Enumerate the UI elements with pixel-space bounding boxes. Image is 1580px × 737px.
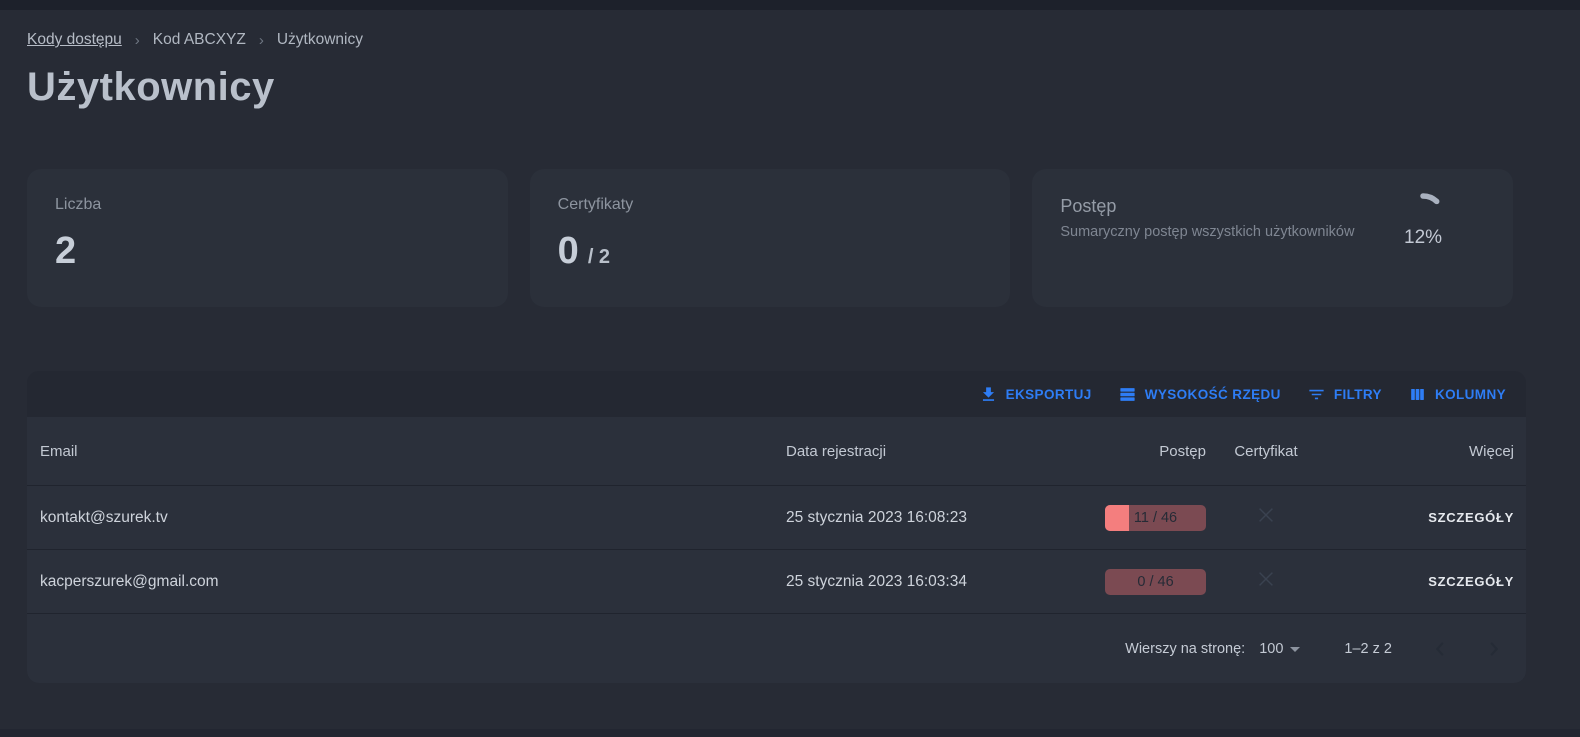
details-button[interactable]: SZCZEGÓŁY [1428, 574, 1514, 589]
breadcrumb-item-kod: Kod ABCXYZ [153, 31, 246, 49]
table-header-row: Email Data rejestracji Postęp Certyfikat… [27, 417, 1526, 485]
users-table-container: EKSPORTUJ WYSOKOŚĆ RZĘDU FILTRY KOLUMNY [27, 371, 1526, 683]
rows-per-page-value: 100 [1259, 641, 1283, 657]
pagination-range: 1–2 z 2 [1344, 641, 1392, 657]
breadcrumb-link-kody-dostepu[interactable]: Kody dostępu [27, 31, 122, 49]
filter-icon [1307, 385, 1326, 404]
details-button[interactable]: SZCZEGÓŁY [1428, 510, 1514, 525]
stat-card-count: Liczba 2 [27, 169, 508, 307]
rows-per-page-select[interactable]: 100 [1259, 641, 1300, 657]
progress-gauge-arc [1403, 196, 1443, 214]
column-header-email[interactable]: Email [27, 443, 786, 460]
breadcrumb-item-current: Użytkownicy [277, 31, 363, 49]
download-icon [979, 385, 998, 404]
stat-card-progress-label: Postęp [1060, 196, 1354, 217]
page-title: Użytkownicy [27, 64, 1526, 110]
users-datagrid: Email Data rejestracji Postęp Certyfikat… [27, 417, 1526, 683]
progress-gauge-svg [1399, 192, 1447, 214]
column-header-date[interactable]: Data rejestracji [786, 443, 1056, 460]
stat-card-certificates: Certyfikaty 0 / 2 [530, 169, 1011, 307]
columns-icon [1408, 385, 1427, 404]
progress-pill: 0 / 46 [1105, 569, 1206, 595]
column-header-more[interactable]: Więcej [1326, 443, 1526, 460]
chevron-right-icon: › [259, 32, 264, 49]
progress-pill-label: 11 / 46 [1105, 505, 1206, 531]
next-page-button[interactable] [1480, 635, 1508, 663]
stat-card-count-value: 2 [55, 230, 76, 273]
stat-card-certificates-value: 0 [558, 230, 579, 273]
progress-gauge: 12% [1395, 192, 1451, 307]
row-height-button[interactable]: WYSOKOŚĆ RZĘDU [1118, 385, 1281, 404]
cell-email: kontakt@szurek.tv [27, 509, 786, 527]
cell-email: kacperszurek@gmail.com [27, 573, 786, 591]
window-top-edge [0, 0, 1580, 10]
cell-date: 25 stycznia 2023 16:08:23 [786, 509, 1056, 527]
density-icon [1118, 385, 1137, 404]
breadcrumb: Kody dostępu › Kod ABCXYZ › Użytkownicy [27, 31, 1526, 49]
filters-button-label: FILTRY [1334, 387, 1382, 402]
column-header-progress[interactable]: Postęp [1056, 443, 1206, 460]
row-height-button-label: WYSOKOŚĆ RZĘDU [1145, 387, 1281, 402]
table-row[interactable]: kontakt@szurek.tv 25 stycznia 2023 16:08… [27, 485, 1526, 549]
stat-card-progress-subtitle: Sumaryczny postęp wszystkich użytkownikó… [1060, 224, 1354, 240]
chevron-right-icon: › [135, 32, 140, 49]
no-certificate-x-icon [1255, 504, 1277, 531]
pagination-bar: Wierszy na stronę: 100 1–2 z 2 [27, 613, 1526, 683]
stat-cards: Liczba 2 Certyfikaty 0 / 2 Postęp Sumary… [27, 169, 1513, 307]
datagrid-toolbar: EKSPORTUJ WYSOKOŚĆ RZĘDU FILTRY KOLUMNY [27, 371, 1526, 417]
progress-gauge-percent: 12% [1404, 227, 1442, 249]
export-button[interactable]: EKSPORTUJ [979, 385, 1092, 404]
progress-pill: 11 / 46 [1105, 505, 1206, 531]
dropdown-caret-icon [1290, 647, 1300, 652]
previous-page-button[interactable] [1426, 635, 1454, 663]
main-content: Kody dostępu › Kod ABCXYZ › Użytkownicy … [27, 10, 1526, 683]
no-certificate-x-icon [1255, 568, 1277, 595]
column-header-certificate[interactable]: Certyfikat [1206, 443, 1326, 460]
stat-card-certificates-label: Certyfikaty [558, 196, 981, 214]
table-row[interactable]: kacperszurek@gmail.com 25 stycznia 2023 … [27, 549, 1526, 613]
stat-card-progress: Postęp Sumaryczny postęp wszystkich użyt… [1032, 169, 1513, 307]
window-bottom-edge [0, 729, 1580, 737]
stat-card-count-label: Liczba [55, 196, 478, 214]
columns-button-label: KOLUMNY [1435, 387, 1506, 402]
rows-per-page-label: Wierszy na stronę: [1125, 641, 1245, 657]
cell-date: 25 stycznia 2023 16:03:34 [786, 573, 1056, 591]
progress-pill-label: 0 / 46 [1105, 569, 1206, 595]
stat-card-certificates-total: / 2 [588, 246, 610, 269]
filters-button[interactable]: FILTRY [1307, 385, 1382, 404]
export-button-label: EKSPORTUJ [1006, 387, 1092, 402]
columns-button[interactable]: KOLUMNY [1408, 385, 1506, 404]
